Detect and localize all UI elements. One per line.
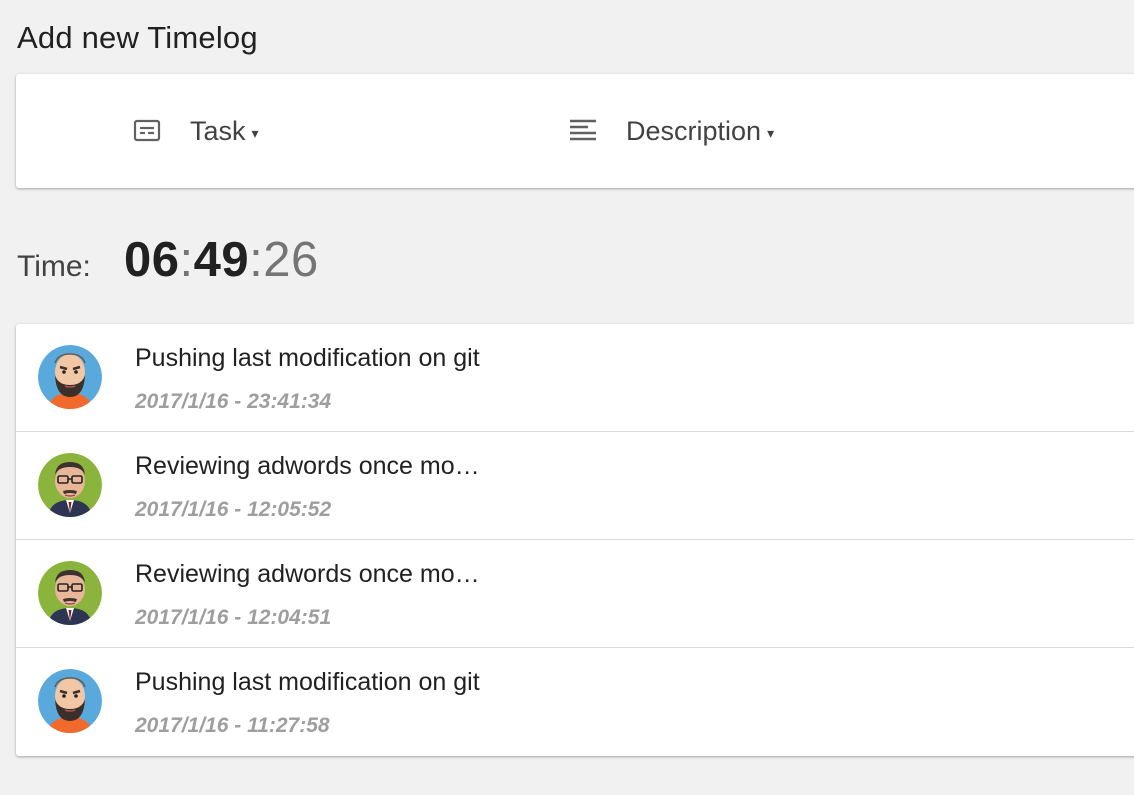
timer-separator: : — [249, 233, 264, 287]
bald-bearded-man-avatar — [38, 345, 102, 409]
caret-down-icon: ▾ — [251, 124, 259, 141]
timelog-timestamp: 2017/1/16 - 12:05:52 — [135, 498, 332, 521]
timer-minutes: 49 — [193, 233, 250, 287]
task-dropdown-label: Task — [190, 115, 246, 146]
timelog-timestamp: 2017/1/16 - 11:27:58 — [135, 714, 330, 737]
page-title: Add new Timelog — [17, 20, 258, 55]
description-dropdown[interactable]: Description ▾ — [568, 74, 774, 188]
timelog-title: Reviewing adwords once mo… — [135, 452, 480, 480]
timelog-list: Pushing last modification on git 2017/1/… — [16, 324, 1134, 756]
timelog-timestamp: 2017/1/16 - 12:04:51 — [135, 606, 332, 629]
caret-down-icon: ▾ — [767, 124, 775, 141]
timer-seconds: 26 — [263, 233, 319, 287]
task-dropdown[interactable]: Task ▾ — [132, 74, 259, 188]
timelog-list-item[interactable]: Pushing last modification on git 2017/1/… — [16, 648, 1134, 755]
text-align-left-icon — [568, 116, 598, 146]
timelog-list-item[interactable]: Pushing last modification on git 2017/1/… — [16, 324, 1134, 432]
bald-bearded-man-avatar — [38, 669, 102, 733]
description-dropdown-label: Description — [626, 115, 762, 146]
timelog-selector-card: Task ▾ Description ▾ — [16, 74, 1134, 188]
timer-hours: 06 — [124, 233, 180, 287]
timer-separator: : — [179, 233, 194, 287]
timelog-title: Reviewing adwords once mo… — [135, 560, 480, 588]
timer-display: 06:49:26 — [124, 232, 319, 288]
timelog-title: Pushing last modification on git — [135, 344, 480, 372]
glasses-man-avatar — [38, 453, 102, 517]
add-timelog-page: Add new Timelog Task ▾ Description ▾ Tim… — [0, 0, 1134, 795]
task-card-icon — [132, 116, 162, 146]
glasses-man-avatar — [38, 561, 102, 625]
timelog-title: Pushing last modification on git — [135, 668, 480, 696]
timelog-list-item[interactable]: Reviewing adwords once mo… 2017/1/16 - 1… — [16, 432, 1134, 540]
timelog-list-item[interactable]: Reviewing adwords once mo… 2017/1/16 - 1… — [16, 540, 1134, 648]
time-label: Time: — [17, 250, 91, 283]
timelog-timestamp: 2017/1/16 - 23:41:34 — [135, 390, 332, 413]
